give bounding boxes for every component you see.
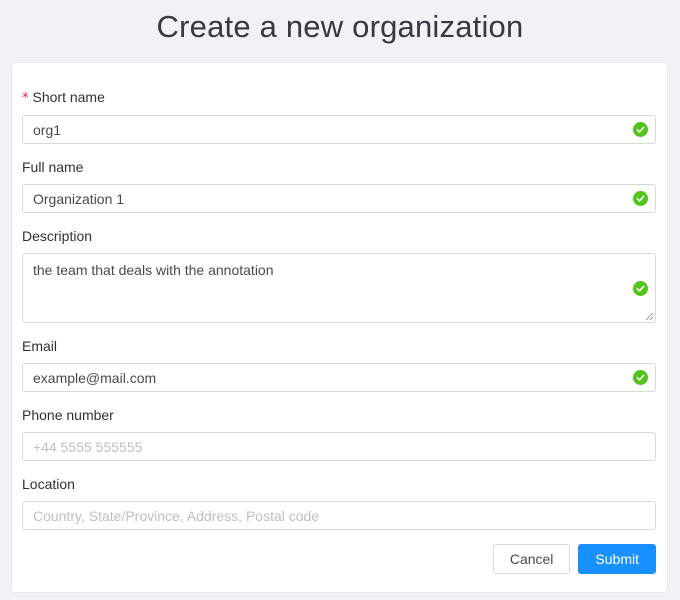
field-label-text: Description [22, 228, 92, 244]
email-control [22, 363, 656, 392]
form-item-full-name: Full name [22, 157, 656, 213]
short-name-input[interactable] [22, 115, 656, 144]
form-item-location: Location [22, 474, 656, 530]
field-label-text: Short name [33, 89, 105, 105]
phone-number-input[interactable] [22, 432, 656, 461]
location-control [22, 501, 656, 530]
phone-number-control [22, 432, 656, 461]
field-label-text: Phone number [22, 407, 114, 423]
submit-button[interactable]: Submit [578, 544, 656, 574]
field-label-phone-number: Phone number [22, 405, 656, 426]
create-organization-card: * Short name Full name Description the te… [11, 62, 668, 593]
form-actions: Cancel Submit [22, 544, 656, 574]
field-label-text: Email [22, 338, 57, 354]
field-label-text: Full name [22, 159, 83, 175]
field-label-text: Location [22, 476, 75, 492]
field-label-location: Location [22, 474, 656, 495]
full-name-input[interactable] [22, 184, 656, 213]
form-item-email: Email [22, 336, 656, 392]
textarea-resize-handle[interactable] [643, 310, 654, 321]
field-label-full-name: Full name [22, 157, 656, 178]
description-control: the team that deals with the annotation [22, 253, 656, 323]
form-item-description: Description the team that deals with the… [22, 226, 656, 323]
field-label-description: Description [22, 226, 656, 247]
field-label-email: Email [22, 336, 656, 357]
description-textarea[interactable]: the team that deals with the annotation [22, 253, 656, 323]
form-item-phone-number: Phone number [22, 405, 656, 461]
location-input[interactable] [22, 501, 656, 530]
short-name-control [22, 115, 656, 144]
cancel-button[interactable]: Cancel [493, 544, 571, 574]
full-name-control [22, 184, 656, 213]
field-label-short-name: * Short name [22, 87, 656, 109]
required-asterisk: * [22, 91, 29, 106]
form-item-short-name: * Short name [22, 87, 656, 144]
email-input[interactable] [22, 363, 656, 392]
page-title: Create a new organization [0, 0, 680, 45]
